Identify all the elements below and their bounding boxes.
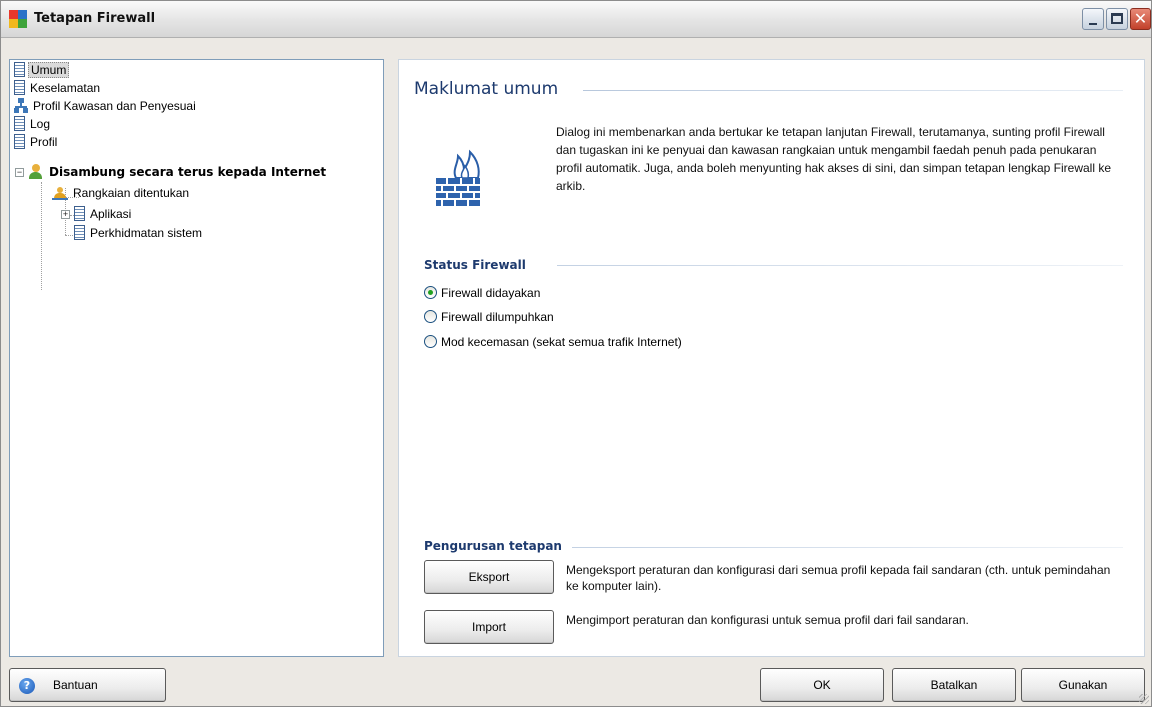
close-button[interactable]: ✕ <box>1130 8 1151 30</box>
document-icon <box>14 134 25 150</box>
minimize-icon <box>1089 23 1097 25</box>
tree-item-label: Log <box>30 117 51 131</box>
page-description: Dialog ini membenarkan anda bertukar ke … <box>556 125 1111 193</box>
tree-item-umum[interactable]: Umum <box>14 61 70 79</box>
tree-item-rangkaian[interactable]: Rangkaian ditentukan <box>52 184 191 202</box>
user-profile-icon <box>28 164 43 180</box>
divider <box>557 265 1123 266</box>
resize-grip[interactable] <box>1139 694 1149 704</box>
apply-button[interactable]: Gunakan <box>1021 668 1145 702</box>
ok-button-label: OK <box>813 678 831 692</box>
import-description: Mengimport peraturan dan konfigurasi unt… <box>566 613 969 627</box>
radio-label: Mod kecemasan (sekat semua trafik Intern… <box>441 335 682 349</box>
firewall-settings-window: Tetapan Firewall ✕ Umum Keselamatan Prof… <box>0 0 1152 707</box>
maximize-button[interactable] <box>1106 8 1128 30</box>
document-icon <box>14 116 25 132</box>
tree-item-label: Profil Kawasan dan Penyesuai <box>33 99 196 113</box>
radio-label: Firewall dilumpuhkan <box>441 310 554 324</box>
tree-item-aplikasi[interactable]: Aplikasi <box>74 205 133 223</box>
document-icon <box>74 225 85 241</box>
app-logo-icon <box>9 10 27 28</box>
collapse-toggle[interactable]: − <box>15 168 24 177</box>
help-button[interactable]: ? Bantuan <box>9 668 166 702</box>
tree-item-label: Keselamatan <box>30 81 101 95</box>
settings-management-heading: Pengurusan tetapan <box>424 539 562 553</box>
help-button-label: Bantuan <box>53 678 98 692</box>
tree-item-log[interactable]: Log <box>14 115 52 133</box>
document-icon <box>14 62 25 78</box>
maximize-icon <box>1111 13 1123 24</box>
tree-item-profil[interactable]: Profil <box>14 133 59 151</box>
radio-button[interactable] <box>424 335 437 349</box>
general-info-panel: Maklumat umum Dialog ini membenarkan and… <box>398 59 1145 657</box>
divider <box>572 547 1123 548</box>
tree-item-label: Profil <box>30 135 58 149</box>
cancel-button[interactable]: Batalkan <box>892 668 1016 702</box>
export-description: Mengeksport peraturan dan konfigurasi da… <box>566 563 1111 593</box>
title-bar[interactable]: Tetapan Firewall ✕ <box>1 1 1151 38</box>
radio-emergency-mode[interactable]: Mod kecemasan (sekat semua trafik Intern… <box>424 333 682 351</box>
tree-item-profile-direct[interactable]: Disambung secara terus kepada Internet <box>28 163 328 181</box>
connection-icon <box>52 186 68 201</box>
firewall-icon <box>436 149 480 206</box>
help-icon: ? <box>19 678 35 694</box>
tree-item-label: Umum <box>28 62 70 78</box>
settings-tree: Umum Keselamatan Profil Kawasan dan Peny… <box>9 59 384 657</box>
minimize-button[interactable] <box>1082 8 1104 30</box>
tree-item-label: Disambung secara terus kepada Internet <box>49 165 327 179</box>
tree-connector <box>41 182 42 290</box>
radio-firewall-enabled[interactable]: Firewall didayakan <box>424 284 540 302</box>
import-button[interactable]: Import <box>424 610 554 644</box>
tree-item-perkhidmatan[interactable]: Perkhidmatan sistem <box>74 224 204 242</box>
network-icon <box>14 98 28 114</box>
tree-item-keselamatan[interactable]: Keselamatan <box>14 79 102 97</box>
export-button-label: Eksport <box>468 570 510 584</box>
radio-label: Firewall didayakan <box>441 286 541 300</box>
radio-firewall-disabled[interactable]: Firewall dilumpuhkan <box>424 308 554 326</box>
apply-button-label: Gunakan <box>1058 678 1108 692</box>
ok-button[interactable]: OK <box>760 668 884 702</box>
import-button-label: Import <box>471 620 506 634</box>
document-icon <box>74 206 85 222</box>
tree-item-label: Aplikasi <box>90 207 132 221</box>
status-firewall-heading: Status Firewall <box>424 258 526 272</box>
export-button[interactable]: Eksport <box>424 560 554 594</box>
tree-item-label: Rangkaian ditentukan <box>73 186 190 200</box>
expand-toggle[interactable]: + <box>61 210 70 219</box>
document-icon <box>14 80 25 96</box>
page-title: Maklumat umum <box>414 79 559 99</box>
radio-button[interactable] <box>424 310 437 324</box>
radio-button-selected[interactable] <box>424 286 437 300</box>
cancel-button-label: Batalkan <box>930 678 978 692</box>
window-title: Tetapan Firewall <box>34 11 156 26</box>
tree-item-label: Perkhidmatan sistem <box>90 226 203 240</box>
divider <box>583 90 1123 91</box>
tree-item-profil-kawasan[interactable]: Profil Kawasan dan Penyesuai <box>14 97 198 115</box>
close-icon: ✕ <box>1133 9 1148 28</box>
